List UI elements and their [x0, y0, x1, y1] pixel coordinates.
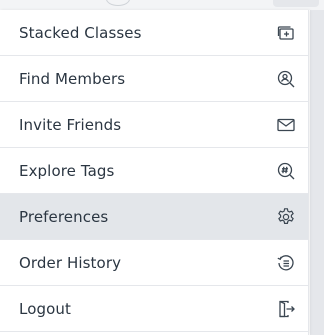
menu-item-label: Find Members: [19, 69, 126, 88]
menu-item-label: Stacked Classes: [19, 23, 142, 42]
history-icon: [275, 252, 297, 274]
account-dropdown-menu: Stacked Classes Find Members Invite Frie…: [0, 10, 309, 335]
search-member-icon: [275, 68, 297, 90]
mail-icon: [275, 114, 297, 136]
top-bar: [0, 0, 324, 10]
menu-item-invite-friends[interactable]: Invite Friends: [0, 102, 308, 148]
menu-item-order-history[interactable]: Order History: [0, 240, 308, 286]
menu-item-label: Invite Friends: [19, 115, 122, 134]
logout-icon: [275, 298, 297, 320]
menu-item-label: Preferences: [19, 207, 109, 226]
top-menu-button[interactable]: [273, 0, 319, 7]
menu-item-label: Explore Tags: [19, 161, 115, 180]
menu-item-explore-tags[interactable]: Explore Tags: [0, 148, 308, 194]
hashtag-search-icon: [275, 160, 297, 182]
menu-item-logout[interactable]: Logout: [0, 286, 308, 332]
menu-item-label: Logout: [19, 299, 71, 318]
top-avatar[interactable]: [106, 0, 130, 6]
gear-icon: [275, 206, 297, 228]
menu-item-find-members[interactable]: Find Members: [0, 56, 308, 102]
stack-plus-icon: [275, 22, 297, 44]
menu-item-stacked-classes[interactable]: Stacked Classes: [0, 10, 308, 56]
backdrop-edge: [310, 10, 324, 335]
menu-item-preferences[interactable]: Preferences: [0, 194, 308, 240]
menu-item-label: Order History: [19, 253, 122, 272]
